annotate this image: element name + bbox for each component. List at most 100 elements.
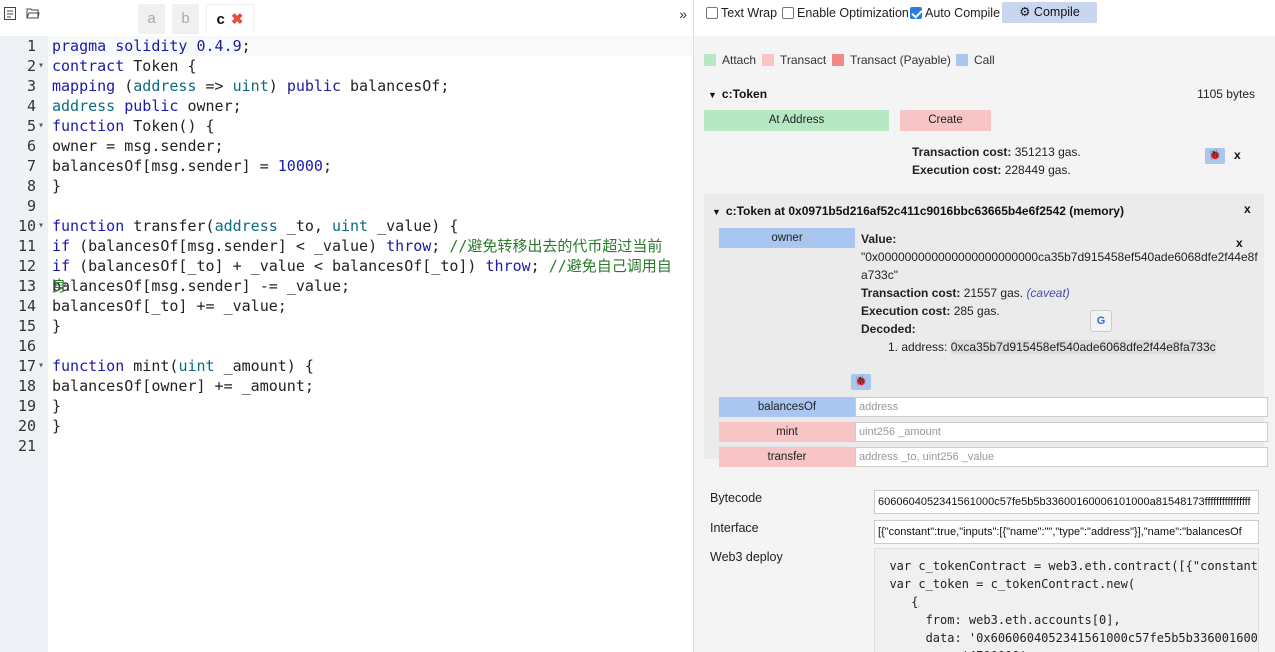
line-number: 3 <box>26 77 36 95</box>
line-number: 9 <box>26 197 36 215</box>
mint-transact-button[interactable]: mint <box>719 422 855 442</box>
code-editor[interactable]: 1 2 ▾ 3 4 5 ▾ 6 7 8 9 10 ▾ 11 12 13 14 15 16 17 ▾ 18 19 20 21 pr… <box>0 36 693 652</box>
value-label: Value: <box>861 232 897 246</box>
code-line[interactable]: } <box>52 316 61 336</box>
transfer-transact-button[interactable]: transfer <box>719 447 855 467</box>
collapse-triangle-icon[interactable]: ▼ <box>708 90 717 100</box>
line-number: 17 <box>17 357 36 375</box>
transaction-cost: Transaction cost: 351213 gas. <box>912 145 1081 159</box>
decoded-label: Decoded: <box>861 322 916 336</box>
line-number: 12 <box>17 257 36 275</box>
tab-bar: a b c ✖ » <box>0 0 693 36</box>
text-wrap-checkbox[interactable]: Text Wrap <box>706 6 777 20</box>
line-number: 15 <box>17 317 36 335</box>
collapse-triangle-icon[interactable]: ▼ <box>712 207 721 217</box>
line-number: 5 <box>26 117 36 135</box>
cost-value: 351213 gas. <box>1014 145 1081 159</box>
code-line[interactable]: contract Token { <box>52 56 197 76</box>
mint-input[interactable]: uint256 _amount <box>855 422 1268 442</box>
code-line[interactable]: function mint(uint _amount) { <box>52 356 314 376</box>
fold-arrow-icon[interactable]: ▾ <box>38 356 44 376</box>
balancesof-input[interactable]: address <box>855 397 1268 417</box>
code-line[interactable]: balancesOf[owner] += _amount; <box>52 376 314 396</box>
debug-bug-icon[interactable]: 🐞 <box>851 374 871 390</box>
collapse-panel-icon[interactable]: » <box>679 6 687 22</box>
legend-label: Call <box>974 53 995 67</box>
fold-arrow-icon[interactable]: ▾ <box>38 56 44 76</box>
tab-c[interactable]: c ✖ <box>206 4 254 34</box>
line-number: 16 <box>17 337 36 355</box>
code-line[interactable]: } <box>52 396 61 416</box>
owner-call-button[interactable]: owner <box>719 228 855 248</box>
code-line[interactable]: pragma solidity 0.4.9; <box>52 36 251 56</box>
tab-label: a <box>147 10 156 27</box>
line-number: 21 <box>17 437 36 455</box>
instance-header[interactable]: ▼ c:Token at 0x0971b5d216af52c411c9016bbc… <box>712 204 1124 218</box>
decoded-item-label: 1. address: <box>888 340 948 354</box>
fold-arrow-icon[interactable]: ▾ <box>38 116 44 136</box>
contract-title: c:Token <box>721 87 768 101</box>
code-line: gas: '4700000' <box>875 647 1258 652</box>
code-line[interactable]: } <box>52 416 61 436</box>
line-number: 2 <box>26 57 36 75</box>
close-tab-icon[interactable]: ✖ <box>231 11 244 28</box>
legend-call: Call <box>956 53 995 67</box>
checkbox-icon[interactable] <box>782 7 794 19</box>
close-instance-button[interactable]: x <box>1244 202 1251 216</box>
code-line[interactable]: function transfer(address _to, uint _val… <box>52 216 458 236</box>
create-button[interactable]: Create <box>900 110 991 131</box>
enable-optimization-label: Enable Optimization <box>797 6 909 20</box>
caveat-link[interactable]: (caveat) <box>1026 286 1069 300</box>
at-address-button[interactable]: At Address <box>704 110 889 131</box>
debug-bug-icon[interactable]: 🐞 <box>1205 148 1225 164</box>
fold-arrow-icon[interactable]: ▾ <box>38 216 44 236</box>
code-line[interactable]: balancesOf[msg.sender] -= _value; <box>52 276 350 296</box>
checkbox-checked-icon[interactable] <box>910 7 922 19</box>
enable-optimization-checkbox[interactable]: Enable Optimization <box>782 6 909 20</box>
code-line[interactable]: address public owner; <box>52 96 242 116</box>
call-result: Value: "0x000000000000000000000000ca35b7… <box>861 230 1261 356</box>
code-line: var c_token = c_tokenContract.new( <box>875 577 1136 591</box>
interface-field[interactable]: [{"constant":true,"inputs":[{"name":"","… <box>874 520 1259 544</box>
tab-a[interactable]: a <box>138 4 165 34</box>
compile-button[interactable]: ⚙ Compile <box>1002 2 1097 23</box>
code-line[interactable]: if (balancesOf[msg.sender] < _value) thr… <box>52 236 662 256</box>
balancesof-call-button[interactable]: balancesOf <box>719 397 855 417</box>
code-line[interactable]: balancesOf[_to] += _value; <box>52 296 287 316</box>
auto-compile-checkbox[interactable]: Auto Compile <box>910 6 1000 20</box>
code-line[interactable]: balancesOf[msg.sender] = 10000; <box>52 156 332 176</box>
file-list-icon[interactable] <box>4 7 16 23</box>
web3-deploy-code[interactable]: var c_tokenContract = web3.eth.contract(… <box>874 548 1259 652</box>
code-line[interactable]: } <box>52 176 61 196</box>
legend-label: Attach <box>722 53 757 67</box>
tab-b[interactable]: b <box>172 4 199 34</box>
translate-icon[interactable]: G <box>1090 310 1112 332</box>
contract-panel: Attach Transact Transact (Payable) Call … <box>694 36 1275 652</box>
legend-transact-payable: Transact (Payable) <box>832 53 951 67</box>
line-number: 20 <box>17 417 36 435</box>
line-number: 7 <box>26 157 36 175</box>
value-text: a733c" <box>861 268 898 282</box>
close-result-button[interactable]: x <box>1234 148 1241 162</box>
transfer-input[interactable]: address _to, uint256 _value <box>855 447 1268 467</box>
contract-instance: ▼ c:Token at 0x0971b5d216af52c411c9016bbc… <box>704 194 1268 467</box>
contract-size: 1105 bytes <box>1197 87 1255 101</box>
open-folder-icon[interactable] <box>26 7 40 22</box>
interface-label: Interface <box>710 521 759 535</box>
value-text: "0x000000000000000000000000ca35b7d915458… <box>861 250 1258 264</box>
legend-swatch <box>704 54 716 66</box>
bytecode-field[interactable]: 6060604052341561000c57fe5b5b336001600061… <box>874 490 1259 514</box>
contract-header[interactable]: ▼ c:Token <box>708 87 767 101</box>
decoded-address[interactable]: 0xca35b7d915458ef540ade6068dfe2f44e8fa73… <box>950 340 1216 354</box>
line-number: 6 <box>26 137 36 155</box>
checkbox-icon[interactable] <box>706 7 718 19</box>
code-line[interactable]: mapping (address => uint) public balance… <box>52 76 449 96</box>
line-number: 1 <box>26 37 36 55</box>
options-bar: Text Wrap Enable Optimization Auto Compi… <box>694 0 1275 26</box>
code-line: from: web3.eth.accounts[0], <box>875 613 1121 627</box>
code-line[interactable]: function Token() { <box>52 116 215 136</box>
line-number: 10 <box>17 217 36 235</box>
code-line[interactable]: owner = msg.sender; <box>52 136 224 156</box>
code-line[interactable]: if (balancesOf[_to] + _value < balancesO… <box>52 256 672 276</box>
bytecode-label: Bytecode <box>710 491 763 505</box>
